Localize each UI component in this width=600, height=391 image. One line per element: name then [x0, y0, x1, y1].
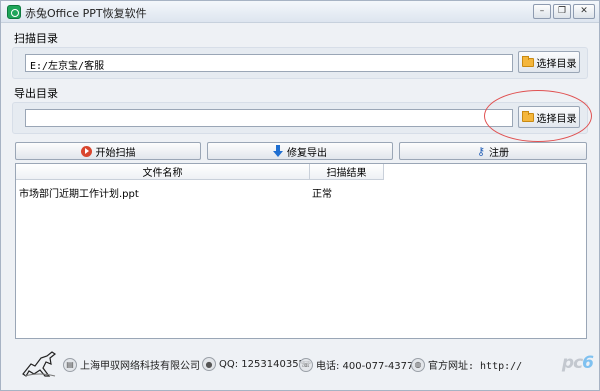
- export-path-input[interactable]: [25, 109, 513, 127]
- website-text[interactable]: 官方网址: http://: [428, 357, 522, 372]
- export-dir-label: 导出目录: [14, 87, 58, 100]
- cell-scan-result: 正常: [312, 188, 332, 200]
- cell-file-name: 市场部门近期工作计划.ppt: [19, 188, 139, 200]
- phone-icon: ☏: [299, 357, 313, 372]
- key-icon: ⚷: [476, 144, 486, 158]
- table-row[interactable]: 市场部门近期工作计划.ppt 正常: [16, 184, 384, 200]
- footer-qq: ● QQ: 1253140355: [202, 357, 305, 371]
- globe-icon: ◍: [411, 357, 425, 372]
- company-text: 上海甲驭网络科技有限公司: [80, 361, 200, 372]
- footer-website[interactable]: ◍ 官方网址: http://: [411, 357, 522, 372]
- window-title: 赤兔Office PPT恢复软件: [25, 7, 147, 20]
- results-table[interactable]: 文件名称 扫描结果 市场部门近期工作计划.ppt 正常: [15, 163, 587, 339]
- app-icon: [7, 5, 21, 19]
- scan-select-dir-button[interactable]: 选择目录: [518, 51, 580, 73]
- building-icon: ▤: [63, 357, 77, 372]
- minimize-button[interactable]: –: [533, 4, 551, 19]
- scan-dir-group: E:/左京宝/客服 选择目录: [12, 47, 588, 79]
- folder-icon: [521, 55, 534, 67]
- register-label: 注册: [489, 147, 510, 159]
- repair-export-button[interactable]: 修复导出: [207, 142, 393, 160]
- repair-export-label: 修复导出: [287, 147, 327, 159]
- column-header-scan-result[interactable]: 扫描结果: [310, 164, 384, 180]
- start-scan-label: 开始扫描: [95, 147, 136, 159]
- window-controls: – ❐ ✕: [533, 4, 595, 19]
- app-window: 赤兔Office PPT恢复软件 – ❐ ✕ 扫描目录 E:/左京宝/客服 选择…: [0, 0, 600, 391]
- scan-select-dir-label: 选择目录: [536, 58, 577, 70]
- horse-logo: [22, 351, 57, 377]
- close-button[interactable]: ✕: [573, 4, 595, 19]
- register-button[interactable]: ⚷ 注册: [399, 142, 587, 160]
- title-bar[interactable]: 赤兔Office PPT恢复软件 – ❐ ✕: [1, 1, 599, 23]
- footer-phone: ☏ 电话: 400-077-4377: [299, 357, 413, 372]
- scan-dir-label: 扫描目录: [14, 32, 58, 45]
- scan-path-input[interactable]: E:/左京宝/客服: [25, 54, 513, 72]
- qq-icon: ●: [202, 357, 216, 371]
- highlight-circle: [484, 90, 592, 142]
- watermark-logo: pc6: [561, 353, 594, 373]
- download-arrow-icon: [273, 145, 283, 157]
- column-header-file-name[interactable]: 文件名称: [16, 164, 310, 180]
- qq-text: QQ: 1253140355: [219, 358, 305, 370]
- play-icon: [80, 145, 92, 157]
- table-header: 文件名称 扫描结果: [16, 164, 384, 180]
- start-scan-button[interactable]: 开始扫描: [15, 142, 201, 160]
- watermark-text: pc: [561, 353, 583, 373]
- phone-text: 电话: 400-077-4377: [316, 361, 414, 372]
- watermark-accent: 6: [582, 353, 594, 373]
- restore-button[interactable]: ❐: [553, 4, 571, 19]
- footer: ▤ 上海甲驭网络科技有限公司 ● QQ: 1253140355 ☏ 电话: 40…: [1, 341, 599, 389]
- footer-company: ▤ 上海甲驭网络科技有限公司: [63, 357, 200, 372]
